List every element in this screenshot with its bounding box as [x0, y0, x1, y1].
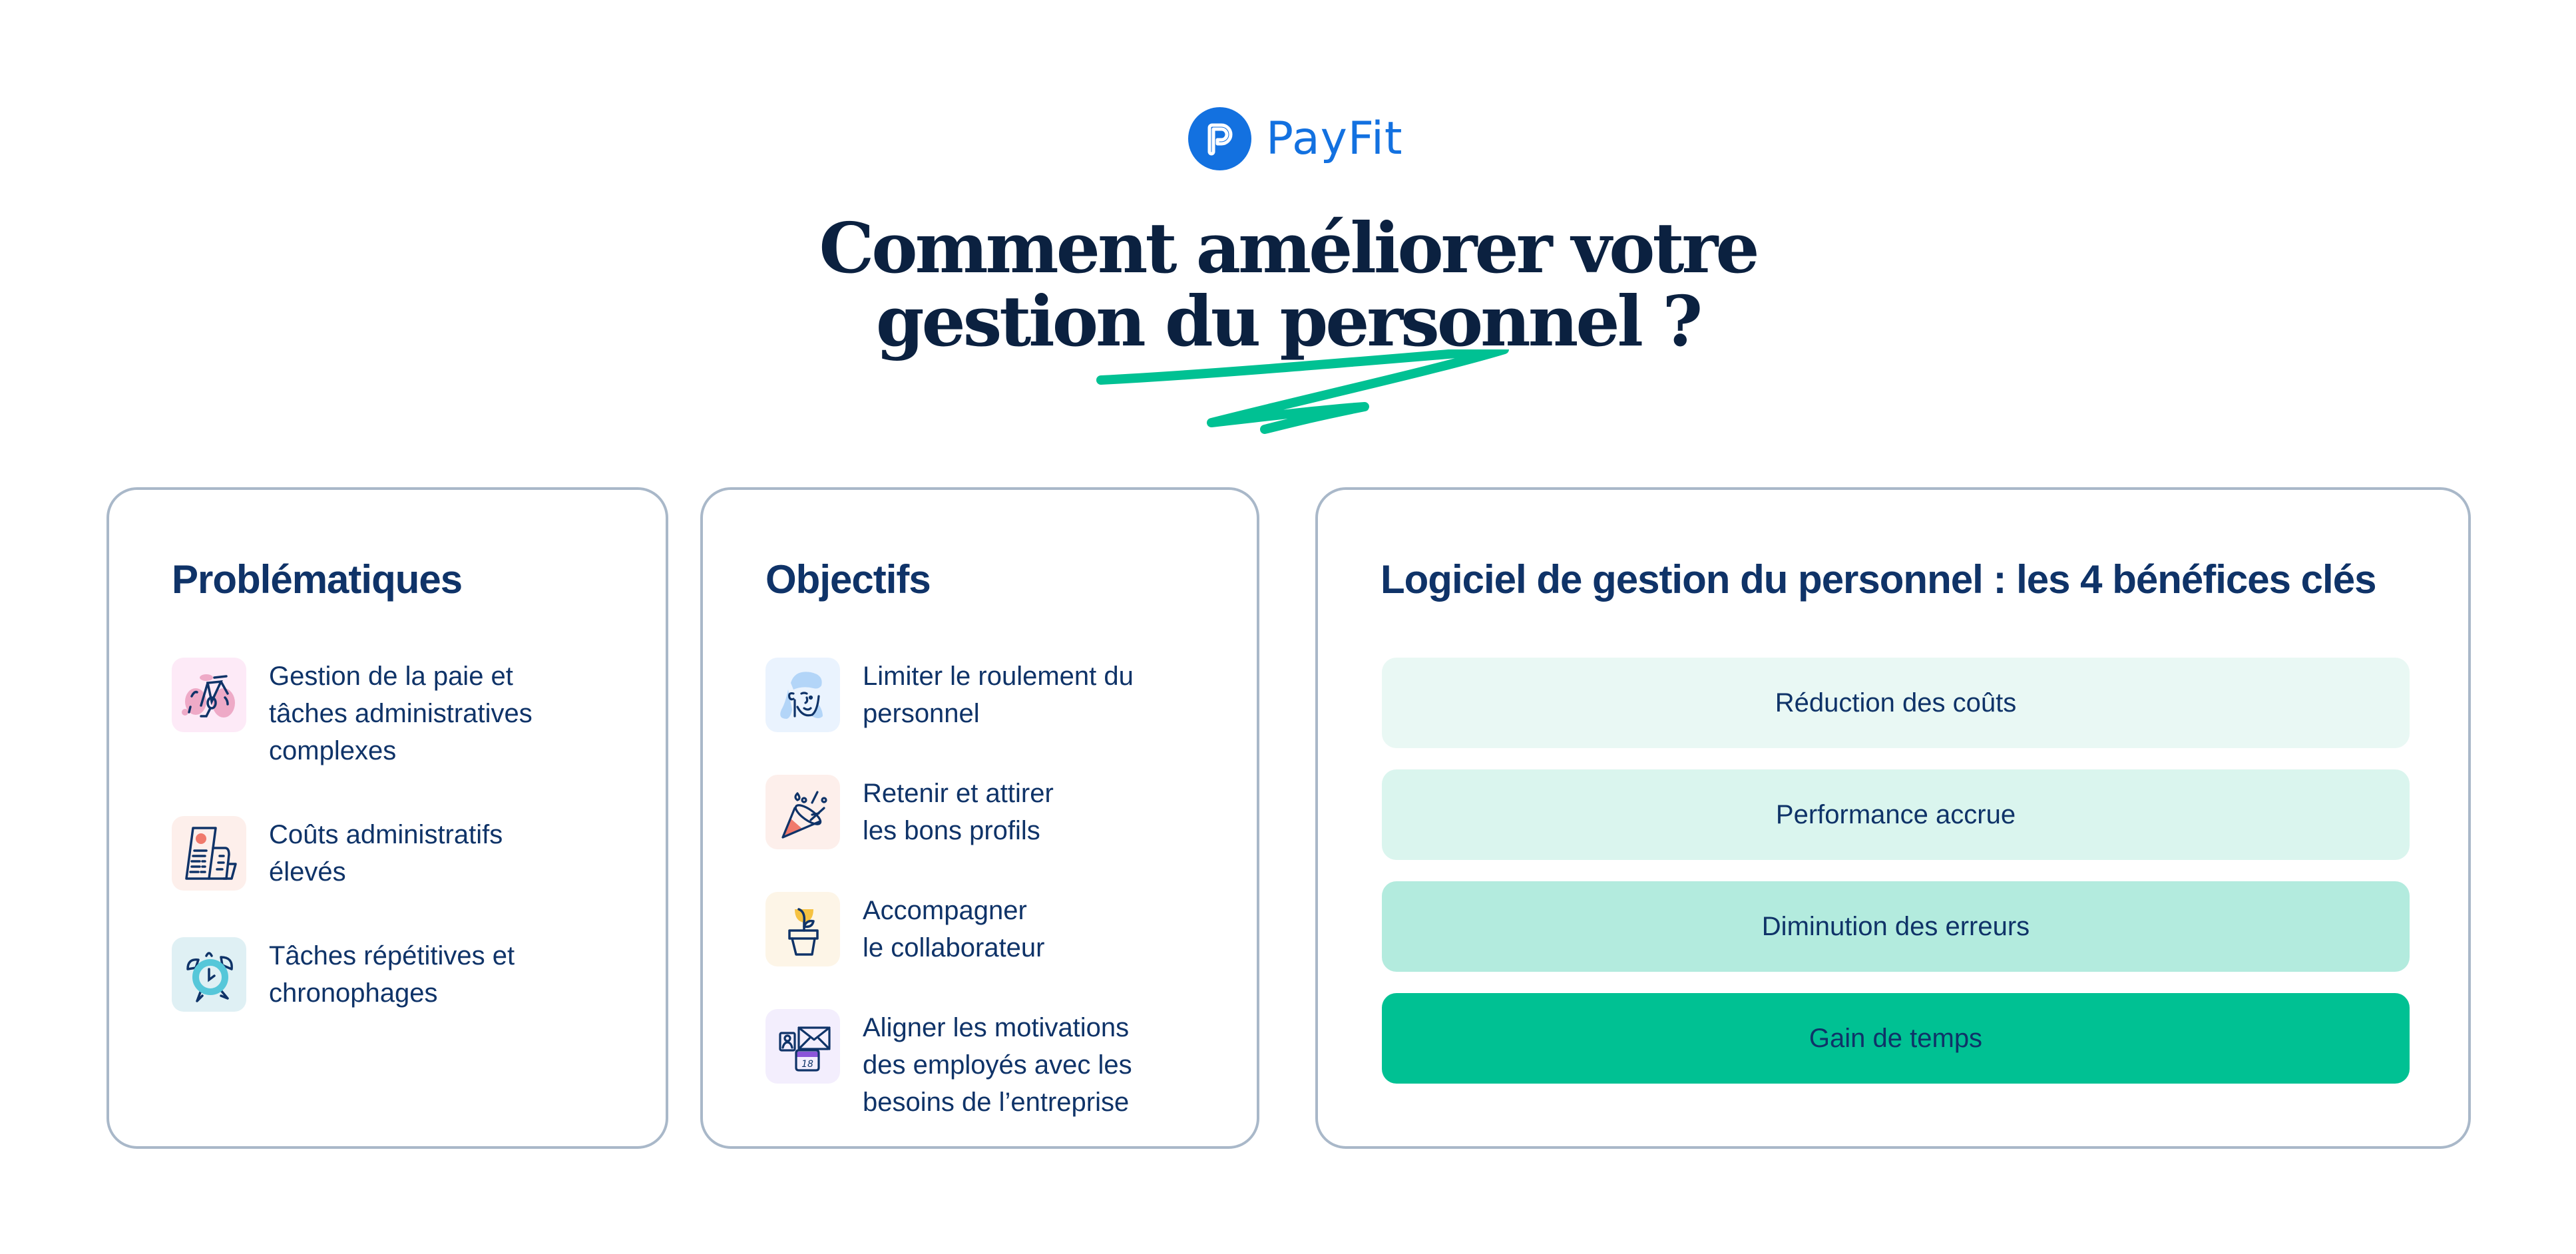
party-popper-icon [765, 775, 840, 849]
objectives-title: Objectifs [765, 557, 931, 602]
benefit-fewer-errors: Diminution des erreurs [1382, 881, 2410, 972]
alarm-clock-icon [172, 937, 246, 1012]
problems-title: Problématiques [172, 557, 463, 602]
person-face-icon [765, 658, 840, 732]
calendar-day: 18 [801, 1059, 813, 1070]
receipt-scroll-icon [172, 816, 246, 891]
item-text-line: Accompagner [863, 896, 1027, 925]
title-line-1: Comment améliorer votre [819, 207, 1760, 289]
title-line-2: gestion du personnel ? [875, 280, 1703, 362]
list-item: Coûts administratifs élevés [172, 816, 639, 891]
benefit-time-saving: Gain de temps [1382, 993, 2410, 1084]
benefits-title: Logiciel de gestion du personnel : les 4… [1381, 557, 2376, 602]
flower-pot-icon [765, 892, 840, 966]
item-text-line: Limiter le roulement du [863, 662, 1134, 691]
item-text-line: chronophages [269, 978, 438, 1008]
item-text-line: Gestion de la paie et [269, 662, 513, 691]
underline-squiggle-icon [1096, 349, 1509, 434]
item-text-line: Aligner les motivations [863, 1013, 1130, 1042]
item-text-line: les bons profils [863, 816, 1040, 845]
problems-card: Problématiques Gestion de la paie et tâc… [107, 487, 668, 1149]
benefits-card: Logiciel de gestion du personnel : les 4… [1315, 487, 2471, 1149]
list-item: 18 Aligner les motivations des employés … [765, 1009, 1230, 1121]
bicycle-icon [172, 658, 246, 732]
page-title: Comment améliorer votre gestion du perso… [0, 212, 2576, 358]
payfit-logo: PayFit [1188, 105, 1403, 172]
item-text-line: besoins de l’entreprise [863, 1088, 1130, 1117]
item-text-line: Coûts administratifs [269, 820, 503, 849]
item-text-line: le collaborateur [863, 933, 1045, 962]
item-text-line: des employés avec les [863, 1050, 1132, 1080]
item-text-line: Tâches répétitives et [269, 941, 515, 970]
item-text-line: personnel [863, 699, 980, 728]
payfit-p-logo-icon [1188, 106, 1251, 170]
list-item: Limiter le roulement du personnel [765, 658, 1230, 732]
benefit-cost-reduction: Réduction des coûts [1382, 658, 2410, 748]
list-item: Retenir et attirer les bons profils [765, 775, 1230, 849]
list-item: Gestion de la paie et tâches administrat… [172, 658, 639, 769]
item-text-line: Retenir et attirer [863, 779, 1054, 808]
benefit-performance: Performance accrue [1382, 769, 2410, 860]
contact-mail-calendar-icon: 18 [765, 1009, 840, 1084]
list-item: Accompagner le collaborateur [765, 892, 1230, 966]
objectives-card: Objectifs Limiter le roulement du person… [700, 487, 1259, 1149]
item-text-line: complexes [269, 736, 397, 765]
brand-name: PayFit [1266, 112, 1403, 165]
item-text-line: tâches administratives [269, 699, 533, 728]
item-text-line: élevés [269, 857, 346, 887]
list-item: Tâches répétitives et chronophages [172, 937, 639, 1012]
